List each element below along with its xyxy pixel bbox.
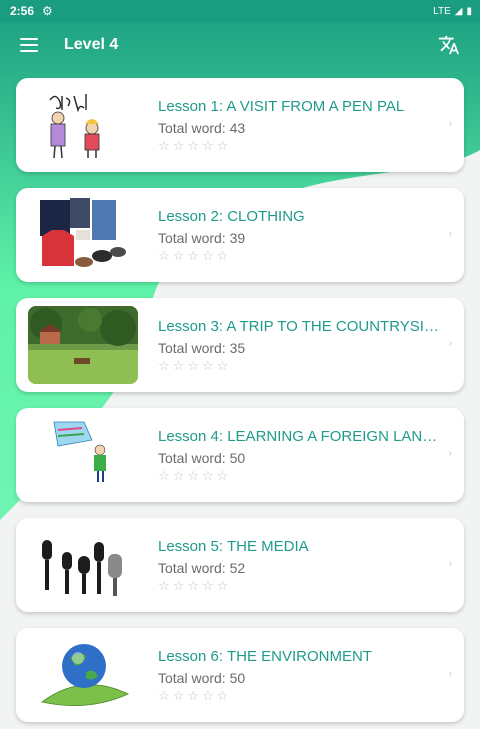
- lesson-title: Lesson 4: LEARNING A FOREIGN LANGUAGE: [158, 428, 443, 445]
- lesson-total-words: Total word: 39: [158, 230, 443, 247]
- star-icon: ☆: [187, 138, 199, 153]
- star-icon: ☆: [216, 578, 229, 593]
- star-icon: ☆: [201, 138, 214, 153]
- star-icon: ☆: [216, 138, 229, 153]
- star-icon: ☆: [172, 358, 185, 373]
- total-word-count: 52: [229, 560, 246, 576]
- hamburger-menu-icon[interactable]: [20, 38, 38, 52]
- star-icon: ☆: [172, 138, 185, 153]
- signal-icon: ◢: [454, 5, 463, 17]
- lesson-list: Lesson 1: A VISIT FROM A PEN PAL Total w…: [16, 78, 464, 729]
- star-icon: ☆: [201, 578, 214, 593]
- translate-icon[interactable]: [438, 34, 460, 56]
- star-icon: ☆: [187, 248, 199, 263]
- lesson-thumbnail-media: [28, 526, 138, 604]
- lesson-title: Lesson 1: A VISIT FROM A PEN PAL: [158, 98, 405, 115]
- star-icon: ☆: [158, 138, 170, 153]
- lesson-total-words: Total word: 52: [158, 560, 443, 577]
- star-icon: ☆: [216, 358, 229, 373]
- app-bar: Level 4: [0, 22, 480, 68]
- total-word-count: 50: [229, 670, 246, 686]
- lesson-total-words: Total word: 35: [158, 340, 443, 357]
- chevron-right-icon: ›: [448, 338, 452, 349]
- lesson-card[interactable]: Lesson 5: THE MEDIA Total word: 52 ☆ ☆ ☆ ☆ ☆…: [16, 518, 464, 612]
- total-word-label: Total word:: [158, 670, 226, 686]
- star-icon: ☆: [216, 688, 229, 703]
- total-word-label: Total word:: [158, 120, 226, 136]
- total-word-label: Total word:: [158, 230, 226, 246]
- lesson-title: Lesson 2: CLOTHING: [158, 208, 305, 225]
- chevron-right-icon: ›: [448, 448, 452, 459]
- settings-gear-icon: ⚙: [42, 4, 53, 18]
- lesson-thumbnail-clothing: [28, 196, 138, 274]
- star-icon: ☆: [158, 578, 170, 593]
- chevron-right-icon: ›: [448, 118, 452, 129]
- star-icon: ☆: [172, 248, 185, 263]
- lesson-card[interactable]: Lesson 1: A VISIT FROM A PEN PAL Total w…: [16, 78, 464, 172]
- star-icon: ☆: [187, 688, 199, 703]
- lesson-info: Lesson 3: A TRIP TO THE COUNTRYSIDE Tota…: [158, 318, 443, 373]
- total-word-count: 39: [229, 230, 246, 246]
- lesson-card[interactable]: Lesson 4: LEARNING A FOREIGN LANGUAGE To…: [16, 408, 464, 502]
- star-icon: ☆: [201, 248, 214, 263]
- star-rating: ☆ ☆ ☆ ☆ ☆: [158, 359, 443, 373]
- lesson-thumbnail-countryside: [28, 306, 138, 384]
- lesson-card[interactable]: Lesson 6: THE ENVIRONMENT Total word: 50…: [16, 628, 464, 722]
- total-word-label: Total word:: [158, 450, 226, 466]
- lesson-title: Lesson 5: THE MEDIA: [158, 538, 309, 555]
- lesson-info: Lesson 1: A VISIT FROM A PEN PAL Total w…: [158, 98, 443, 153]
- status-time: 2:56: [10, 4, 35, 18]
- total-word-count: 35: [229, 340, 246, 356]
- lesson-info: Lesson 4: LEARNING A FOREIGN LANGUAGE To…: [158, 428, 443, 483]
- lesson-card[interactable]: Lesson 2: CLOTHING Total word: 39 ☆ ☆ ☆ ☆ ☆ …: [16, 188, 464, 282]
- star-rating: ☆ ☆ ☆ ☆ ☆: [158, 579, 443, 593]
- lesson-info: Lesson 6: THE ENVIRONMENT Total word: 50…: [158, 648, 443, 703]
- lesson-total-words: Total word: 43: [158, 120, 443, 137]
- lesson-thumbnail-pen-pal: [28, 86, 138, 164]
- battery-icon: ▮: [466, 5, 472, 17]
- star-icon: ☆: [158, 248, 170, 263]
- star-icon: ☆: [158, 358, 170, 373]
- star-rating: ☆ ☆ ☆ ☆ ☆: [158, 469, 443, 483]
- total-word-label: Total word:: [158, 340, 226, 356]
- star-icon: ☆: [187, 468, 199, 483]
- chevron-right-icon: ›: [448, 558, 452, 569]
- lesson-info: Lesson 2: CLOTHING Total word: 39 ☆ ☆ ☆ ☆ ☆: [158, 208, 443, 263]
- total-word-count: 43: [229, 120, 246, 136]
- chevron-right-icon: ›: [448, 668, 452, 679]
- star-rating: ☆ ☆ ☆ ☆ ☆: [158, 689, 443, 703]
- star-icon: ☆: [172, 578, 185, 593]
- star-rating: ☆ ☆ ☆ ☆ ☆: [158, 139, 443, 153]
- star-icon: ☆: [216, 248, 229, 263]
- status-right: LTE ◢ ▮: [433, 6, 472, 17]
- lesson-total-words: Total word: 50: [158, 670, 443, 687]
- star-icon: ☆: [201, 468, 214, 483]
- star-icon: ☆: [158, 468, 170, 483]
- page-title: Level 4: [64, 36, 119, 53]
- star-rating: ☆ ☆ ☆ ☆ ☆: [158, 249, 443, 263]
- lesson-card[interactable]: Lesson 3: A TRIP TO THE COUNTRYSIDE Tota…: [16, 298, 464, 392]
- lesson-thumbnail-foreign-language: [28, 416, 138, 494]
- lesson-info: Lesson 5: THE MEDIA Total word: 52 ☆ ☆ ☆ ☆ ☆: [158, 538, 443, 593]
- total-word-label: Total word:: [158, 560, 226, 576]
- chevron-right-icon: ›: [448, 228, 452, 239]
- star-icon: ☆: [172, 688, 185, 703]
- star-icon: ☆: [187, 358, 199, 373]
- star-icon: ☆: [216, 468, 229, 483]
- lesson-title: Lesson 6: THE ENVIRONMENT: [158, 648, 372, 665]
- lesson-thumbnail-environment: [28, 636, 138, 714]
- status-bar: 2:56 ⚙ LTE ◢ ▮: [0, 0, 480, 22]
- star-icon: ☆: [187, 578, 199, 593]
- total-word-count: 50: [229, 450, 246, 466]
- network-label: LTE: [433, 5, 451, 17]
- lesson-total-words: Total word: 50: [158, 450, 443, 467]
- star-icon: ☆: [201, 358, 214, 373]
- star-icon: ☆: [158, 688, 170, 703]
- star-icon: ☆: [201, 688, 214, 703]
- lesson-title: Lesson 3: A TRIP TO THE COUNTRYSIDE: [158, 318, 443, 335]
- star-icon: ☆: [172, 468, 185, 483]
